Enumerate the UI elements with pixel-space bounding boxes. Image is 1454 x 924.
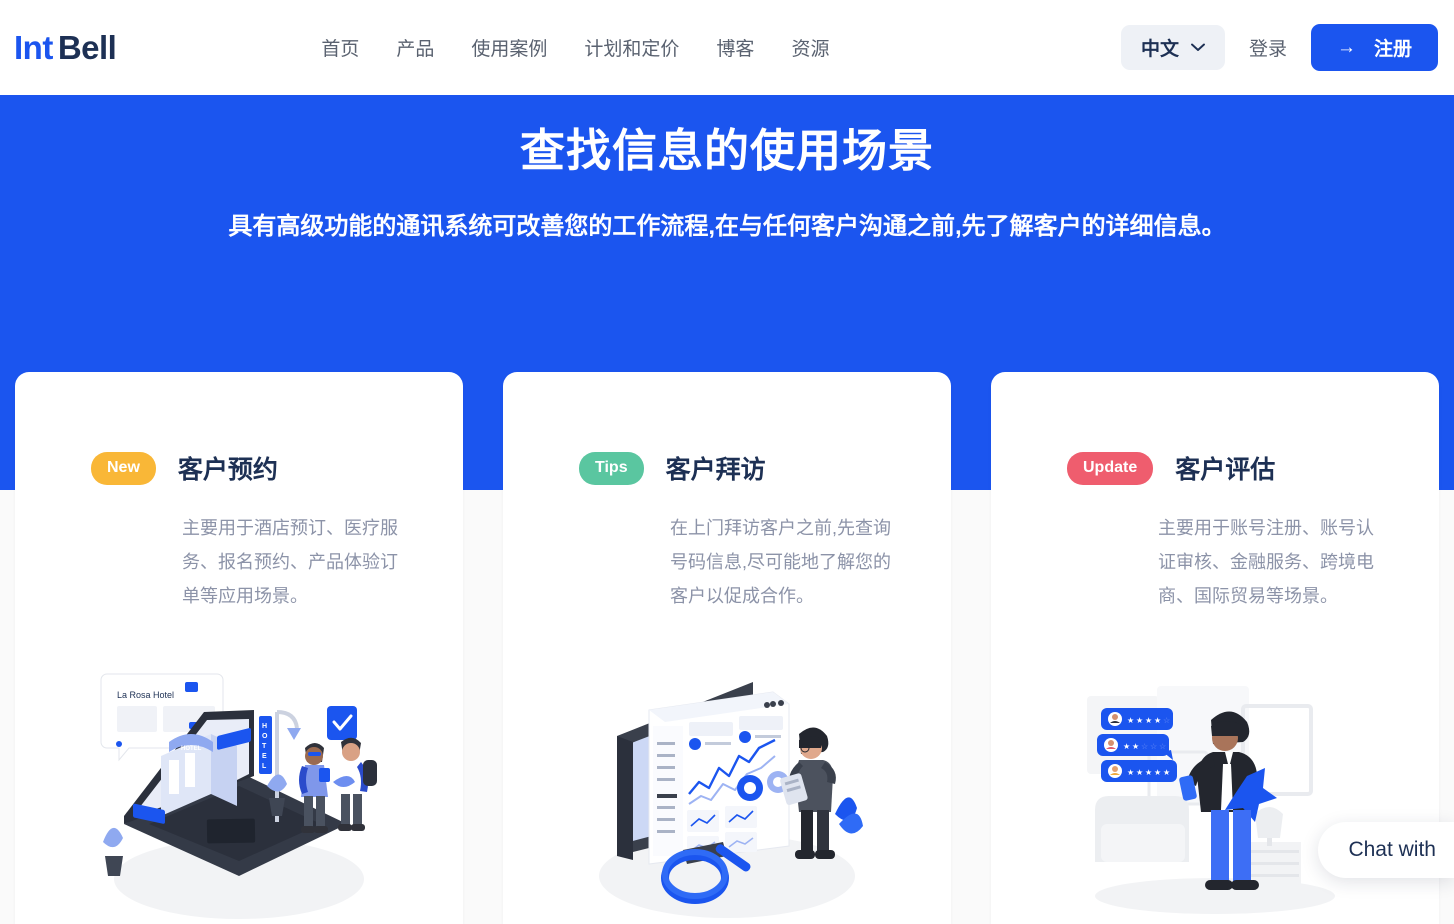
chat-widget[interactable]: Chat with [1318,822,1454,878]
svg-text:★: ★ [1145,716,1152,725]
use-case-cards: New 客户预约 主要用于酒店预订、医疗服务、报名预约、产品体验订单等应用场景。… [0,372,1454,924]
svg-text:HOTEL: HOTEL [181,746,202,752]
status-badge: Tips [579,451,644,485]
svg-text:O: O [262,733,268,740]
svg-text:☆: ☆ [1159,742,1166,751]
svg-text:★: ★ [1132,742,1139,751]
customer-reviews-illustration: ★ ★ ★ ★ ☆ ★ ★ ☆ ☆ ☆ ★ ★ ★ ★ ★ [991,664,1439,924]
nav-item-use-cases[interactable]: 使用案例 [471,34,547,61]
nav-item-products[interactable]: 产品 [396,34,434,61]
login-link[interactable]: 登录 [1243,34,1293,61]
svg-text:La Rosa Hotel: La Rosa Hotel [117,690,174,700]
site-header: Int Bell 首页 产品 使用案例 计划和定价 博客 资源 中文 登录 → 注… [0,0,1454,95]
status-badge: Update [1067,451,1154,485]
card-title: 客户评估 [1175,456,1276,484]
nav-item-blog[interactable]: 博客 [716,34,754,61]
svg-text:L: L [262,763,267,770]
svg-text:☆: ☆ [1163,716,1170,725]
card-header: New 客户预约 [15,450,463,486]
card-title: 客户拜访 [665,456,766,484]
svg-text:☆: ☆ [1150,742,1157,751]
svg-text:★: ★ [1123,742,1130,751]
signup-button-label: 注册 [1373,39,1412,60]
svg-text:★: ★ [1127,768,1134,777]
card-header: Tips 客户拜访 [503,450,951,486]
hero-subtitle: 具有高级功能的通讯系统可改善您的工作流程,在与任何客户沟通之前,先了解客户的详细… [228,213,1226,240]
use-case-card-visit[interactable]: Tips 客户拜访 在上门拜访客户之前,先查询号码信息,尽可能地了解您的客户以促… [503,372,951,924]
status-badge: New [91,451,156,485]
card-description: 主要用于账号注册、账号认证审核、金融服务、跨境电商、国际贸易等场景。 [1158,518,1374,606]
svg-text:☆: ☆ [1141,742,1148,751]
logo-int: Int [14,28,53,66]
main-navigation: 首页 产品 使用案例 计划和定价 博客 资源 [321,34,829,61]
logo-bell: Bell [57,28,117,66]
language-selector-label: 中文 [1140,39,1179,60]
card-description: 主要用于酒店预订、医疗服务、报名预约、产品体验订单等应用场景。 [182,518,398,606]
logo[interactable]: Int Bell [14,28,117,67]
svg-text:E: E [262,753,267,760]
svg-text:★: ★ [1127,716,1134,725]
svg-text:★: ★ [1145,768,1152,777]
use-case-card-appointment[interactable]: New 客户预约 主要用于酒店预订、医疗服务、报名预约、产品体验订单等应用场景。… [15,372,463,924]
chat-widget-label: Chat with [1348,838,1436,861]
nav-item-resources[interactable]: 资源 [791,34,829,61]
page-title: 查找信息的使用场景 [519,125,934,176]
card-description: 在上门拜访客户之前,先查询号码信息,尽可能地了解您的客户以促成合作。 [670,518,891,606]
svg-text:★: ★ [1136,768,1143,777]
svg-text:H: H [262,723,267,730]
svg-text:★: ★ [1163,768,1170,777]
signup-button[interactable]: → 注册 [1310,24,1438,71]
language-selector[interactable]: 中文 [1120,25,1225,70]
nav-item-pricing[interactable]: 计划和定价 [584,34,679,61]
chevron-down-icon [1191,39,1205,57]
analytics-dashboard-illustration [503,664,951,924]
svg-text:★: ★ [1154,716,1161,725]
svg-text:★: ★ [1154,768,1161,777]
svg-text:T: T [262,743,267,750]
hotel-booking-illustration: La Rosa Hotel HOTEL H O T E L [15,664,463,924]
card-title: 客户预约 [177,456,278,484]
header-actions: 中文 登录 → 注册 [1120,24,1438,71]
nav-item-home[interactable]: 首页 [321,34,359,61]
arrow-right-icon: → [1336,37,1356,58]
svg-text:★: ★ [1136,716,1143,725]
card-header: Update 客户评估 [991,450,1439,486]
